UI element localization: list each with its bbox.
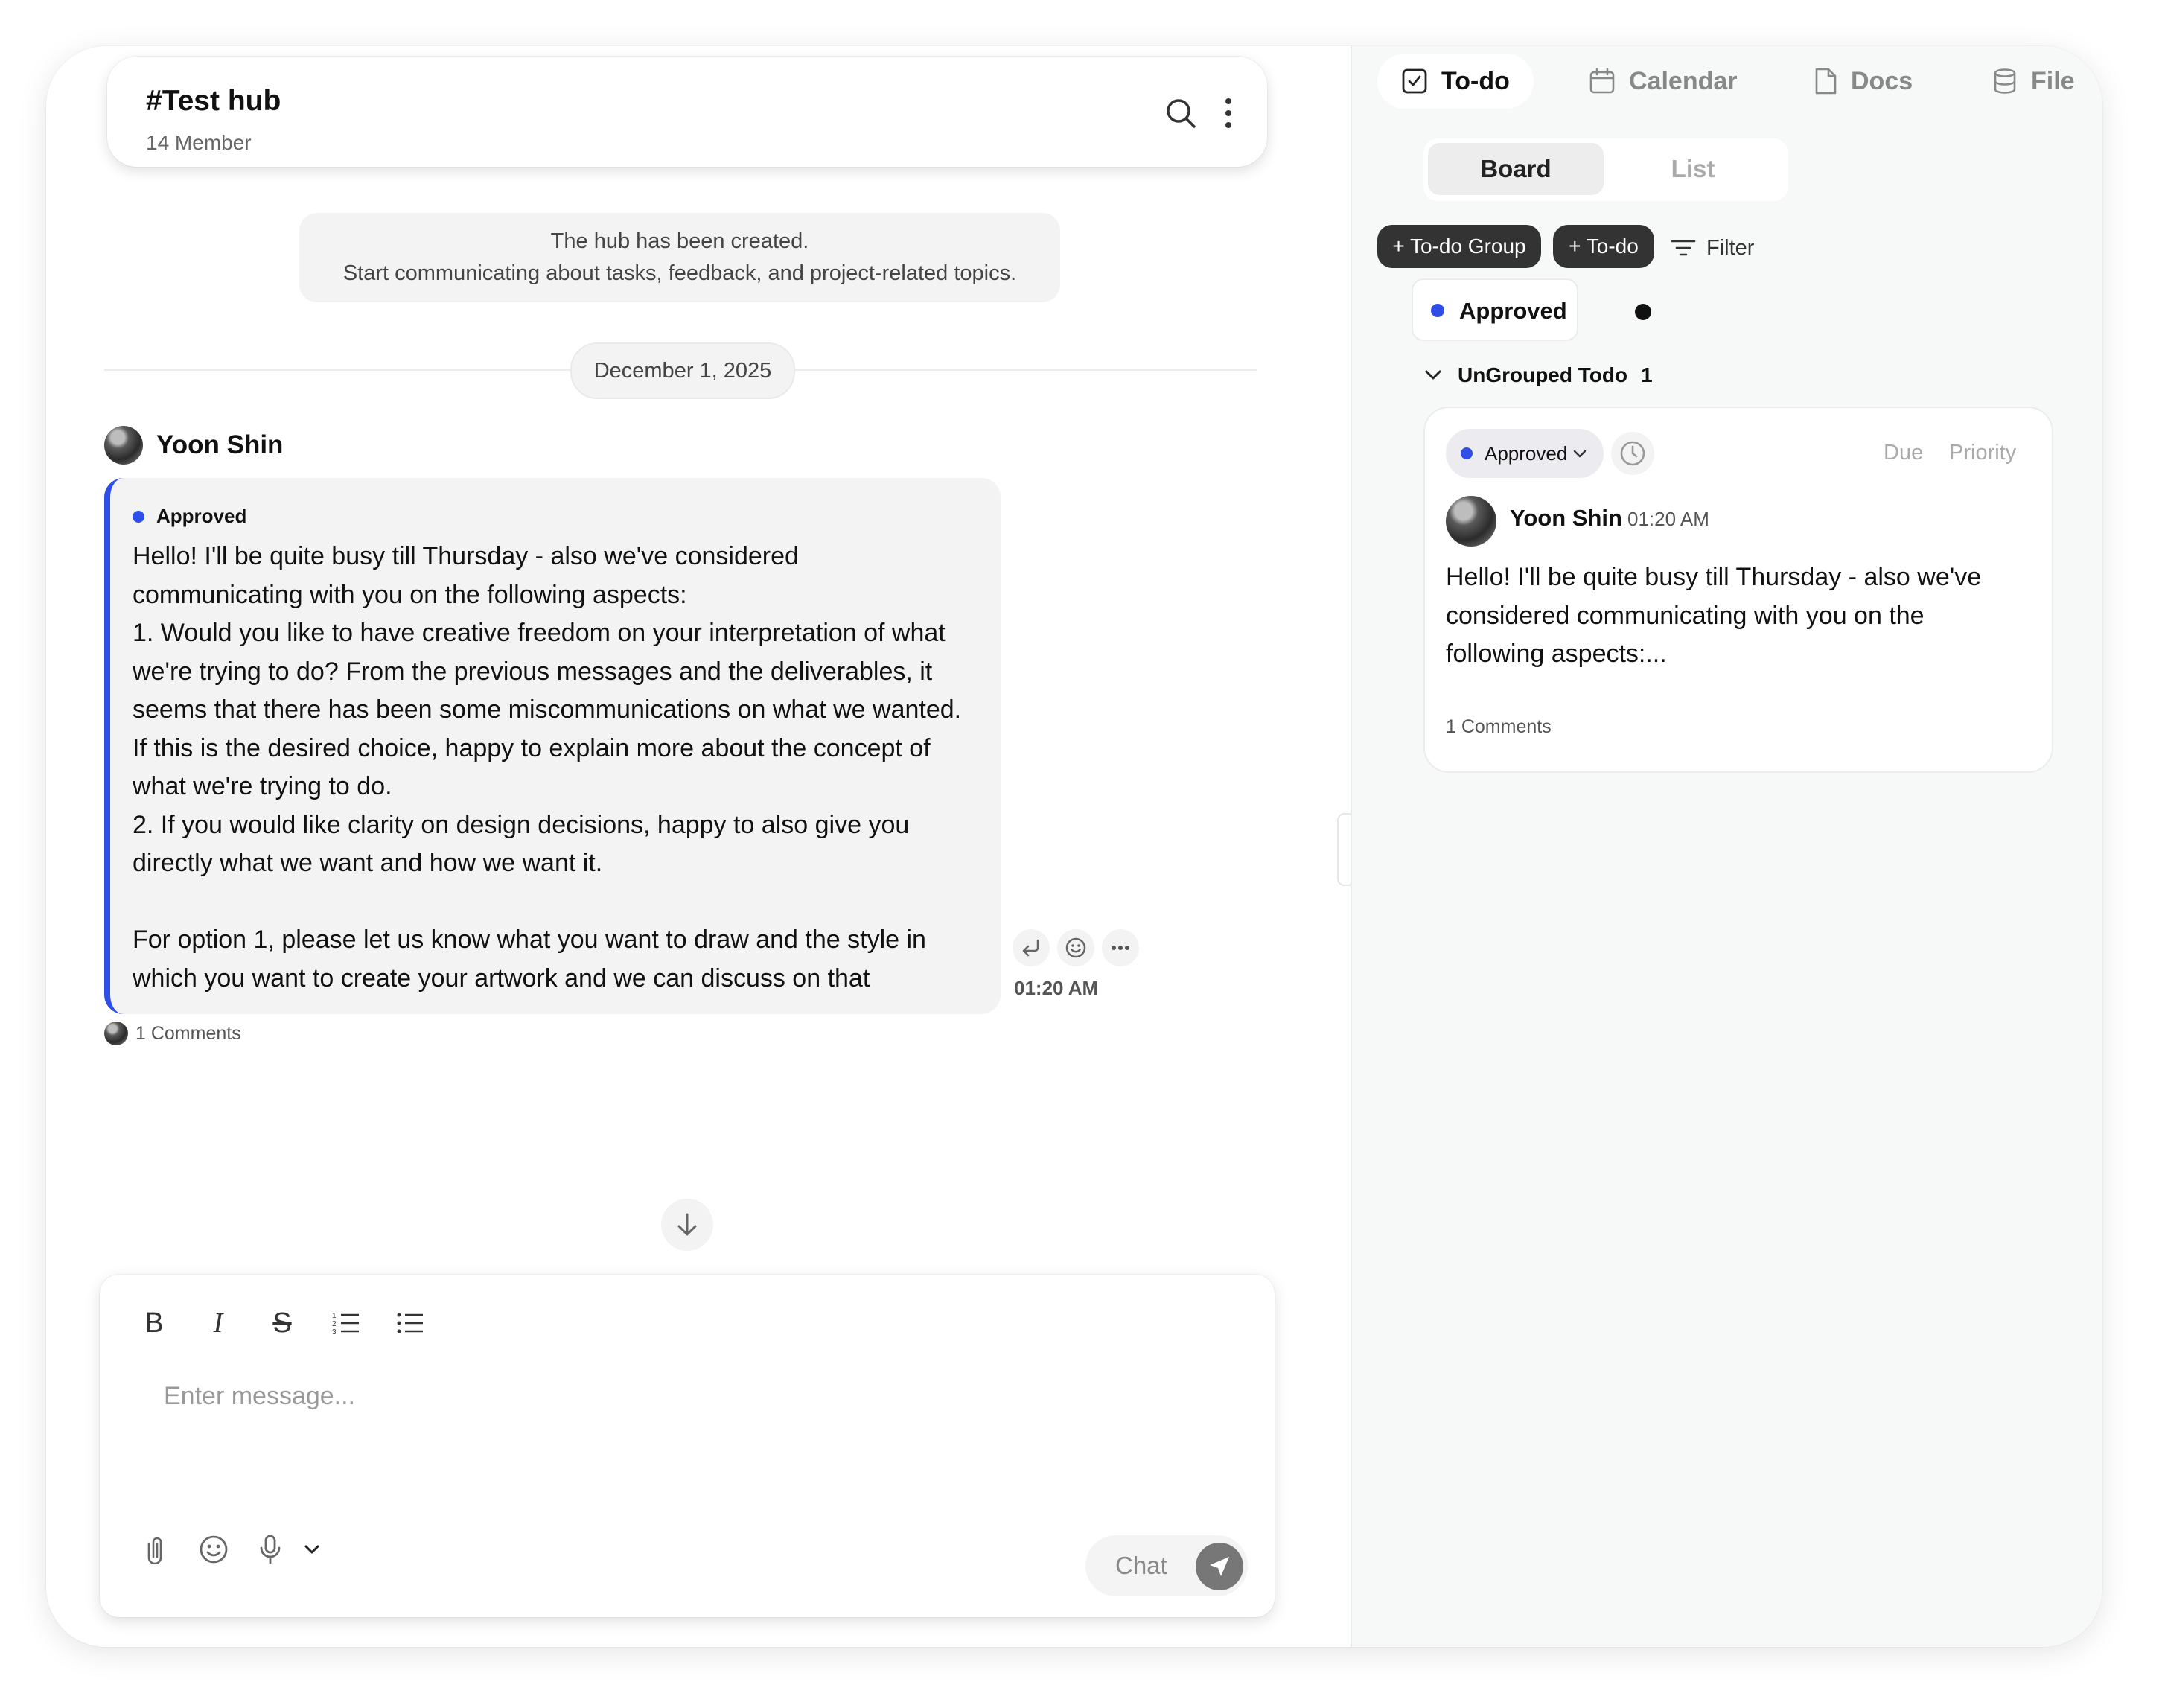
send-icon: [1196, 1543, 1243, 1590]
card-comments[interactable]: 1 Comments: [1446, 716, 1552, 738]
attach-icon[interactable]: [138, 1531, 176, 1568]
message-line: For option 1, please let us know what yo…: [133, 925, 926, 954]
status-dot: [1461, 447, 1473, 459]
avatar[interactable]: [104, 426, 143, 465]
message-line: 1. Would you like to have creative freed…: [133, 619, 946, 647]
comments-count: 1 Comments: [135, 1023, 241, 1044]
view-toggle: Board List: [1423, 138, 1788, 201]
card-text: Hello! I'll be quite busy till Thursday …: [1446, 558, 2027, 674]
svg-text:1: 1: [332, 1312, 337, 1320]
status-dot: [133, 511, 144, 523]
list-view-button[interactable]: List: [1605, 143, 1781, 195]
search-icon[interactable]: [1164, 97, 1197, 130]
send-button[interactable]: Chat: [1085, 1535, 1248, 1596]
message-line: what we're trying to do.: [133, 772, 392, 800]
message-line: which you want to create your artwork an…: [133, 963, 870, 992]
message-line: seems that there has been some miscommun…: [133, 695, 962, 724]
microphone-icon[interactable]: [252, 1531, 289, 1568]
tab-label: Docs: [1851, 66, 1913, 95]
svg-text:3: 3: [332, 1328, 337, 1336]
system-message: The hub has been created. Start communic…: [299, 213, 1060, 302]
card-status-label: Approved: [1485, 442, 1568, 465]
filter-button[interactable]: Filter: [1671, 228, 1754, 268]
database-icon: [1994, 68, 2016, 94]
checkbox-icon: [1402, 68, 1427, 94]
arrow-down-icon: [677, 1213, 697, 1236]
status-dot: [1431, 304, 1444, 317]
add-todo-button[interactable]: + To-do: [1553, 225, 1654, 268]
message-composer: B I S 123 Chat: [100, 1275, 1275, 1617]
todo-group-header[interactable]: UnGrouped Todo 1: [1423, 360, 1653, 390]
ordered-list-icon[interactable]: 123: [328, 1304, 365, 1342]
message-line: 2. If you would like clarity on design d…: [133, 810, 910, 839]
chevron-down-icon[interactable]: [293, 1531, 331, 1568]
filter-icon: [1671, 240, 1696, 256]
message-text: Hello! I'll be quite busy till Thursday …: [133, 538, 989, 998]
status-label: Approved: [156, 505, 247, 527]
tab-docs[interactable]: Docs: [1814, 54, 1913, 109]
svg-text:2: 2: [332, 1320, 337, 1328]
italic-icon[interactable]: I: [200, 1304, 237, 1342]
clock-icon[interactable]: [1611, 432, 1654, 475]
card-time: 01:20 AM: [1627, 508, 1709, 530]
hub-member-count: 14 Member: [146, 131, 252, 154]
sender-name[interactable]: Yoon Shin: [156, 430, 283, 460]
card-text-line: following aspects:...: [1446, 640, 1667, 668]
tab-todo[interactable]: To-do: [1377, 54, 1534, 109]
status-filter-chip[interactable]: Approved: [1412, 278, 1578, 341]
message-line: Hello! I'll be quite busy till Thursday …: [133, 542, 799, 570]
send-label: Chat: [1115, 1552, 1167, 1579]
add-todo-group-button[interactable]: + To-do Group: [1377, 225, 1541, 268]
board-view-button[interactable]: Board: [1428, 143, 1604, 195]
tab-label: Calendar: [1629, 66, 1738, 95]
card-author: Yoon Shin: [1510, 505, 1622, 531]
tab-label: To-do: [1441, 66, 1510, 95]
group-label: UnGrouped Todo: [1458, 363, 1628, 386]
chevron-down-icon: [1425, 370, 1441, 380]
card-status-dropdown[interactable]: Approved: [1446, 429, 1604, 478]
message-line: we're trying to do? From the previous me…: [133, 657, 933, 686]
more-vertical-icon[interactable]: [1212, 97, 1245, 130]
system-message-line: Start communicating about tasks, feedbac…: [342, 261, 1017, 285]
tab-file[interactable]: File: [1992, 54, 2075, 109]
status-filter-label: Approved: [1459, 298, 1567, 324]
strikethrough-icon[interactable]: S: [264, 1304, 301, 1342]
filter-label: Filter: [1706, 235, 1755, 260]
document-icon: [1815, 68, 1837, 95]
chevron-down-icon: [1574, 450, 1587, 458]
avatar: [104, 1022, 128, 1045]
emoji-icon[interactable]: [195, 1531, 232, 1568]
priority-field[interactable]: Priority: [1949, 441, 2016, 465]
todo-card[interactable]: Approved Due Priority Yoon Shin 01:20 AM…: [1423, 407, 2053, 773]
message-line: [133, 883, 989, 922]
message-line: communicating with you on the following …: [133, 580, 687, 609]
calendar-icon: [1589, 68, 1615, 94]
group-count: 1: [1641, 363, 1653, 386]
message-line: If this is the desired choice, happy to …: [133, 733, 931, 762]
todo-panel: To-do Calendar Docs File Board List + To…: [1351, 46, 2102, 1647]
message-line: directly what we want and how we want it…: [133, 849, 603, 877]
avatar: [1446, 496, 1496, 547]
date-separator: December 1, 2025: [570, 342, 795, 399]
status-indicator-dot[interactable]: [1635, 304, 1651, 320]
app-window: #Test hub 14 Member The hub has been cre…: [46, 46, 2102, 1647]
tab-label: File: [2031, 66, 2075, 95]
bullet-list-icon[interactable]: [392, 1304, 429, 1342]
more-icon[interactable]: [1102, 929, 1139, 966]
message-input[interactable]: [162, 1373, 1133, 1419]
card-text-line: Hello! I'll be quite busy till Thursday …: [1446, 563, 1982, 591]
message-time: 01:20 AM: [1014, 977, 1099, 999]
tab-calendar[interactable]: Calendar: [1589, 54, 1738, 109]
system-message-line: The hub has been created.: [550, 229, 809, 253]
hub-title: #Test hub: [146, 85, 281, 117]
bold-icon[interactable]: B: [135, 1304, 173, 1342]
emoji-icon[interactable]: [1057, 929, 1094, 966]
hub-header: #Test hub 14 Member: [107, 57, 1267, 167]
card-text-line: considered communicating with you on the: [1446, 601, 1925, 630]
reply-icon[interactable]: [1013, 929, 1050, 966]
due-field[interactable]: Due: [1884, 441, 1923, 465]
message-bubble[interactable]: Approved Hello! I'll be quite busy till …: [104, 478, 1001, 1014]
scroll-to-bottom-button[interactable]: [661, 1199, 713, 1251]
